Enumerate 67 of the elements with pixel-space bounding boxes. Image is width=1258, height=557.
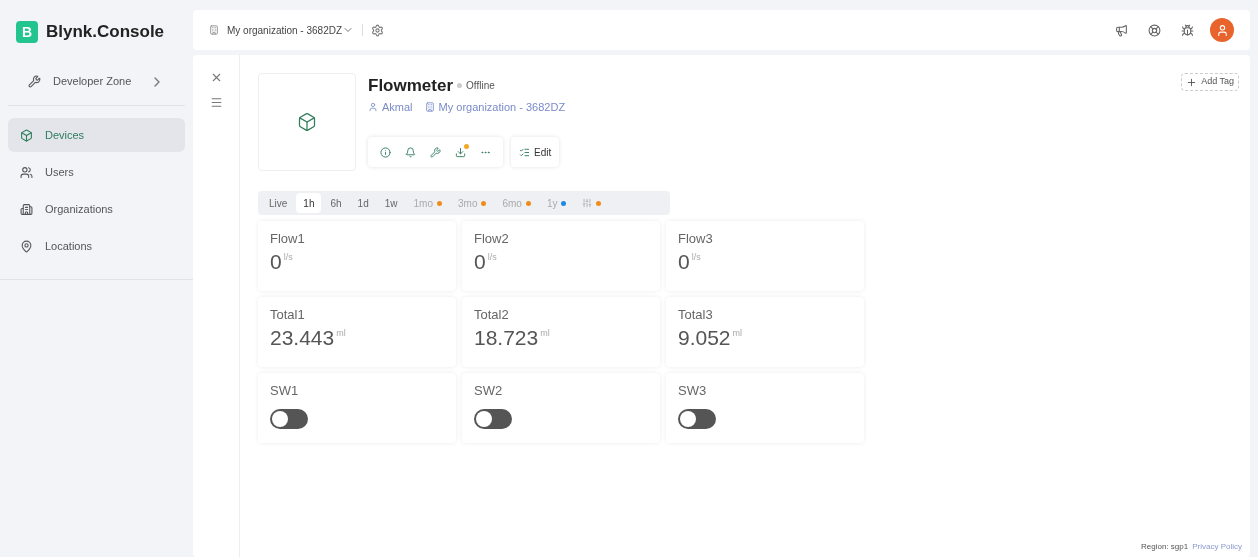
widget-title: Total3 xyxy=(678,306,714,324)
privacy-policy-link[interactable]: Privacy Policy xyxy=(1192,541,1242,553)
widget-title: Flow1 xyxy=(270,230,306,248)
widget-value: 0 xyxy=(678,250,690,272)
time-range-tab[interactable]: 6h xyxy=(323,193,349,213)
sidebar-item[interactable]: Locations xyxy=(8,229,185,263)
megaphone-icon[interactable] xyxy=(1115,23,1128,37)
menu-icon[interactable] xyxy=(209,96,223,109)
edit-button[interactable]: Edit xyxy=(511,137,560,167)
bell-icon[interactable] xyxy=(405,146,416,158)
unit-label: l/s xyxy=(283,250,293,264)
download-icon[interactable] xyxy=(455,146,466,158)
lifebuoy-icon[interactable] xyxy=(1148,23,1161,37)
device-status: Offline xyxy=(466,79,495,94)
time-range-tab[interactable]: 1d xyxy=(350,193,376,213)
toggle-switch[interactable] xyxy=(474,408,512,429)
widget-title: SW2 xyxy=(474,382,504,400)
widget-title: Total1 xyxy=(270,306,306,324)
sidebar-item[interactable]: Users xyxy=(8,155,185,189)
region-label: Region: sgp1 xyxy=(1141,541,1189,553)
widget-value: 23.443 xyxy=(270,326,335,348)
logo-badge: B xyxy=(16,21,38,43)
widget-value: 18.723 xyxy=(474,326,539,348)
widget-title: Flow3 xyxy=(678,230,714,248)
sidebar-item[interactable]: Organizations xyxy=(8,192,185,226)
time-range-tab[interactable]: Live xyxy=(262,193,295,213)
widget-title: SW3 xyxy=(678,382,708,400)
unit-label: ml xyxy=(732,326,743,340)
building-icon xyxy=(209,25,219,35)
building-icon xyxy=(424,101,435,112)
wrench-icon[interactable] xyxy=(430,146,441,158)
toggle-switch[interactable] xyxy=(678,408,716,429)
pin-icon xyxy=(20,239,33,253)
list-icon xyxy=(519,146,530,158)
cube-icon xyxy=(297,112,317,132)
user-icon xyxy=(368,101,378,112)
unit-label: ml xyxy=(540,326,550,340)
users-icon xyxy=(20,165,33,179)
cube-icon xyxy=(20,128,33,142)
toggle-switch[interactable] xyxy=(270,408,308,429)
widget-value: 0 xyxy=(270,250,282,272)
time-range-tab[interactable]: 1w xyxy=(377,193,405,213)
building-icon xyxy=(20,202,33,216)
wrench-icon xyxy=(28,75,41,88)
avatar[interactable] xyxy=(1210,18,1234,42)
organization-selector[interactable]: My organization - 3682DZ xyxy=(227,22,355,38)
sidebar-item[interactable]: Devices xyxy=(8,118,185,152)
unit-label: l/s xyxy=(691,250,701,264)
developer-zone-link[interactable]: Developer Zone xyxy=(53,73,149,90)
time-range-tab[interactable]: 1h xyxy=(296,193,322,213)
widget-title: Flow2 xyxy=(474,230,510,248)
widget-value: 0 xyxy=(474,250,486,272)
app-title: Blynk.Console xyxy=(46,21,165,44)
settings-icon[interactable] xyxy=(371,23,385,37)
widget-value: 9.052 xyxy=(678,326,731,348)
unit-label: ml xyxy=(336,326,346,340)
widget-title: Total2 xyxy=(474,306,510,324)
organization-link[interactable]: My organization - 3682DZ xyxy=(424,98,566,115)
device-name: Flowmeter xyxy=(368,75,454,97)
owner-link[interactable]: Akmal xyxy=(368,98,413,115)
widget-title: SW1 xyxy=(270,382,300,400)
bug-icon[interactable] xyxy=(1181,23,1194,37)
info-icon[interactable] xyxy=(380,146,391,158)
unit-label: l/s xyxy=(487,250,497,264)
sliders-icon xyxy=(582,198,593,208)
add-tag-button[interactable]: Add Tag xyxy=(1181,73,1239,91)
plus-icon xyxy=(1186,76,1198,88)
